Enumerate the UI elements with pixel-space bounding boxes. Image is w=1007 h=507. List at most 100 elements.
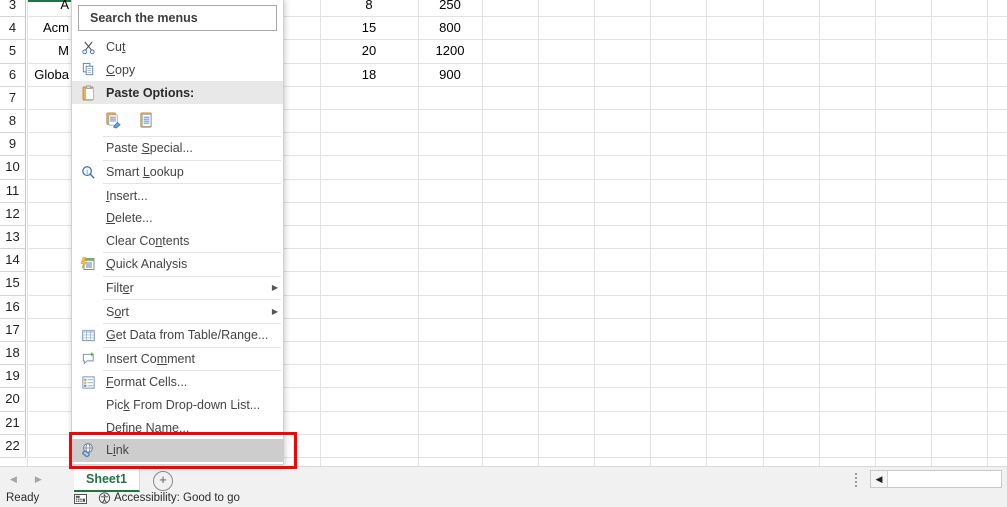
cell-B4[interactable]: 15 (320, 17, 418, 40)
row-header-19[interactable]: 19 (0, 365, 26, 389)
menu-item-label: Clear Contents (106, 233, 190, 248)
row-header-18[interactable]: 18 (0, 342, 26, 366)
search-menus-input[interactable] (78, 5, 277, 31)
row-header-20[interactable]: 20 (0, 388, 26, 412)
accessibility-icon (98, 492, 111, 504)
menu-item-link[interactable]: Link (72, 438, 283, 462)
menu-item-cut[interactable]: Cut (72, 36, 283, 59)
no-icon (72, 230, 104, 252)
row-header-5[interactable]: 5 (0, 40, 26, 64)
grid-column-line (819, 0, 820, 466)
menu-item-label: Sort (106, 304, 129, 319)
menu-item-label: Delete... (106, 211, 153, 226)
prev-sheet-arrow-icon[interactable]: ◀ (10, 474, 17, 485)
cell-C4[interactable]: 800 (418, 17, 482, 40)
sheet-tab-label: Sheet1 (86, 471, 127, 486)
row-header-13[interactable]: 13 (0, 226, 26, 250)
grid-column-line (650, 0, 651, 466)
menu-item-insert[interactable]: Insert... (72, 184, 283, 207)
row-header-7[interactable]: 7 (0, 86, 26, 110)
cell-B6[interactable]: 18 (320, 64, 418, 87)
row-header-14[interactable]: 14 (0, 249, 26, 273)
horizontal-scrollbar[interactable]: ◀ (870, 470, 1002, 488)
row-header-21[interactable]: 21 (0, 411, 26, 435)
grid-column-line (482, 0, 483, 466)
row-header-10[interactable]: 10 (0, 156, 26, 180)
menu-item-paste-special[interactable]: Paste Special... (72, 137, 283, 160)
scroll-left-arrow-icon[interactable]: ◀ (871, 471, 888, 487)
row-header-8[interactable]: 8 (0, 110, 26, 134)
menu-item-label: Cut (106, 40, 126, 55)
sheet-tab-bar[interactable]: ◀ ▶ Sheet1 + ◀ (0, 466, 1007, 492)
no-icon (72, 394, 104, 416)
no-icon (72, 301, 104, 323)
menu-item-label: Quick Analysis (106, 257, 188, 272)
accessibility-status[interactable]: Accessibility: Good to go (98, 492, 240, 504)
cell-C3[interactable]: 250 (418, 0, 482, 17)
menu-item-label: Get Data from Table/Range... (106, 328, 269, 343)
row-header-3[interactable]: 3 (0, 0, 26, 18)
macro-record-icon[interactable] (74, 493, 88, 505)
cell-B5[interactable]: 20 (320, 40, 418, 63)
next-sheet-arrow-icon[interactable]: ▶ (35, 474, 42, 485)
menu-item-smart-lookup[interactable]: i Smart Lookup (72, 161, 283, 184)
comment-icon (72, 348, 104, 370)
svg-text:i: i (86, 168, 88, 175)
row-header-6[interactable]: 6 (0, 63, 26, 87)
cell-C5[interactable]: 1200 (418, 40, 482, 63)
table-icon (72, 324, 104, 346)
menu-item-get-data-from-table-range[interactable]: Get Data from Table/Range... (72, 324, 283, 347)
row-header-22[interactable]: 22 (0, 434, 26, 458)
menu-item-filter[interactable]: Filter ▶ (72, 277, 283, 300)
row-header-12[interactable]: 12 (0, 202, 26, 226)
menu-item-quick-analysis[interactable]: Quick Analysis (72, 253, 283, 276)
menu-item-paste-options: Paste Options: (72, 81, 283, 105)
cell-A3[interactable]: A (28, 0, 72, 17)
sheet-tab-sheet1[interactable]: Sheet1 (74, 467, 140, 492)
grid-column-line (538, 0, 539, 466)
menu-item-clear-contents[interactable]: Clear Contents (72, 230, 283, 253)
menu-item-label: Insert... (106, 188, 148, 203)
menu-item-pick-from-dropdown-list[interactable]: Pick From Drop-down List... (72, 394, 283, 417)
copy-icon (72, 59, 104, 81)
sheet-nav-arrows[interactable]: ◀ ▶ (10, 467, 42, 492)
no-icon (72, 417, 104, 439)
grid-column-line (987, 0, 988, 466)
no-icon (72, 185, 104, 207)
menu-item-delete[interactable]: Delete... (72, 207, 283, 230)
row-header-4[interactable]: 4 (0, 17, 26, 41)
menu-item-label: Filter (106, 281, 134, 296)
menu-item-label: Link (106, 443, 129, 458)
menu-item-label: Define Name... (106, 420, 190, 435)
link-icon (72, 439, 104, 461)
no-icon (72, 277, 104, 299)
cell-context-menu[interactable]: Cut Copy Paste Options: (71, 0, 284, 465)
menu-item-label: Paste Special... (106, 141, 193, 156)
cell-A4[interactable]: Acm (28, 17, 72, 40)
cell-C6[interactable]: 900 (418, 64, 482, 87)
paste-values-icon[interactable] (105, 112, 122, 129)
paste-keep-source-formatting-icon[interactable] (138, 112, 155, 129)
grid-column-line (763, 0, 764, 466)
row-header-17[interactable]: 17 (0, 318, 26, 342)
cell-A5[interactable]: M (28, 40, 72, 63)
cell-A6[interactable]: Globa (28, 64, 72, 87)
grid-column-line (594, 0, 595, 466)
menu-item-format-cells[interactable]: Format Cells... (72, 371, 283, 394)
row-header-11[interactable]: 11 (0, 179, 26, 203)
menu-item-insert-comment[interactable]: Insert Comment (72, 348, 283, 371)
row-header-9[interactable]: 9 (0, 133, 26, 157)
menu-item-sort[interactable]: Sort ▶ (72, 300, 283, 323)
menu-item-copy[interactable]: Copy (72, 59, 283, 82)
add-sheet-button[interactable]: + (153, 471, 173, 491)
paste-options-icon-row[interactable] (72, 104, 283, 136)
smart-lookup-icon: i (72, 161, 104, 183)
row-header-15[interactable]: 15 (0, 272, 26, 296)
cell-B3[interactable]: 8 (320, 0, 418, 17)
menu-item-define-name[interactable]: Define Name... (72, 416, 283, 439)
row-header-16[interactable]: 16 (0, 295, 26, 319)
status-mode-label: Ready (6, 492, 40, 504)
tab-scroll-split-handle[interactable] (855, 473, 859, 487)
menu-item-label: Smart Lookup (106, 165, 184, 180)
grid-column-line (706, 0, 707, 466)
